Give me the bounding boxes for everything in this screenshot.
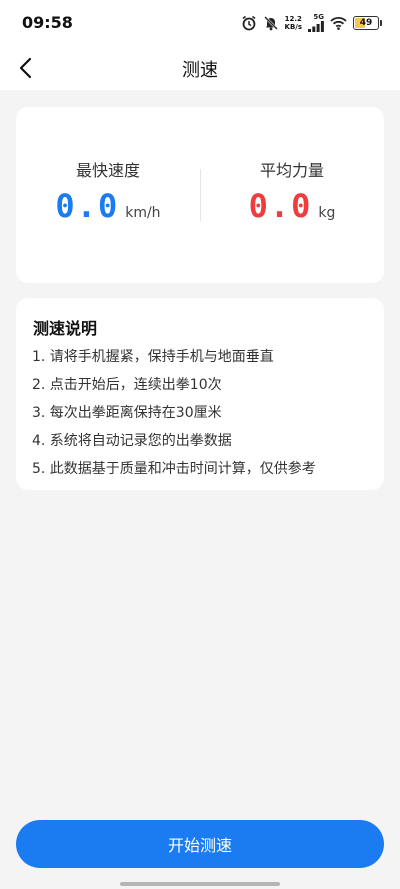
status-icons: 12.2 KB/s 5G 49 <box>241 12 382 34</box>
avg-force-label: 平均力量 <box>259 161 324 180</box>
avg-force-value: 0.0 <box>248 187 313 225</box>
instruction-item: 3. 每次出拳距离保持在30厘米 <box>32 405 222 421</box>
instruction-item: 2. 点击开始后，连续出拳10次 <box>32 377 222 393</box>
alarm-icon <box>241 15 257 31</box>
avg-force-unit: kg <box>318 205 336 221</box>
max-speed-stat: 最快速度 0.0 km/h <box>16 157 200 225</box>
net-speed: 12.2 KB/s <box>285 15 302 31</box>
instruction-item: 5. 此数据基于质量和冲击时间计算，仅供参考 <box>32 461 316 477</box>
battery-level: 49 <box>359 18 373 28</box>
status-bar: 09:58 12.2 KB/s 5G 49 <box>0 0 400 46</box>
wifi-icon <box>330 16 347 30</box>
max-speed-label: 最快速度 <box>75 161 140 180</box>
start-test-button[interactable]: 开始测速 <box>16 820 384 868</box>
mute-bell-icon <box>263 15 279 31</box>
max-speed-unit: km/h <box>125 205 161 221</box>
page-title: 测速 <box>182 60 218 81</box>
instructions-list: 1. 请将手机握紧，保持手机与地面垂直 2. 点击开始后，连续出拳10次 3. … <box>32 343 316 483</box>
network-type: 5G <box>313 13 324 21</box>
speed-test-screen: 09:58 12.2 KB/s 5G 49 测速 最快速度 0.0 km/h 平… <box>0 0 400 889</box>
net-speed-value: 12.2 <box>284 15 302 23</box>
instructions-card: 测速说明 1. 请将手机握紧，保持手机与地面垂直 2. 点击开始后，连续出拳10… <box>16 298 384 490</box>
battery-icon: 49 <box>353 16 382 30</box>
net-speed-unit: KB/s <box>284 23 302 31</box>
instructions-title: 测速说明 <box>33 319 98 338</box>
instruction-item: 1. 请将手机握紧，保持手机与地面垂直 <box>32 349 274 365</box>
max-speed-value: 0.0 <box>55 187 120 225</box>
status-time: 09:58 <box>22 13 73 32</box>
avg-force-stat: 平均力量 0.0 kg <box>200 157 384 225</box>
home-indicator <box>120 882 280 886</box>
signal-icon: 5G <box>308 14 324 32</box>
stats-card: 最快速度 0.0 km/h 平均力量 0.0 kg <box>16 107 384 283</box>
instruction-item: 4. 系统将自动记录您的出拳数据 <box>32 433 232 449</box>
header: 测速 <box>0 46 400 90</box>
